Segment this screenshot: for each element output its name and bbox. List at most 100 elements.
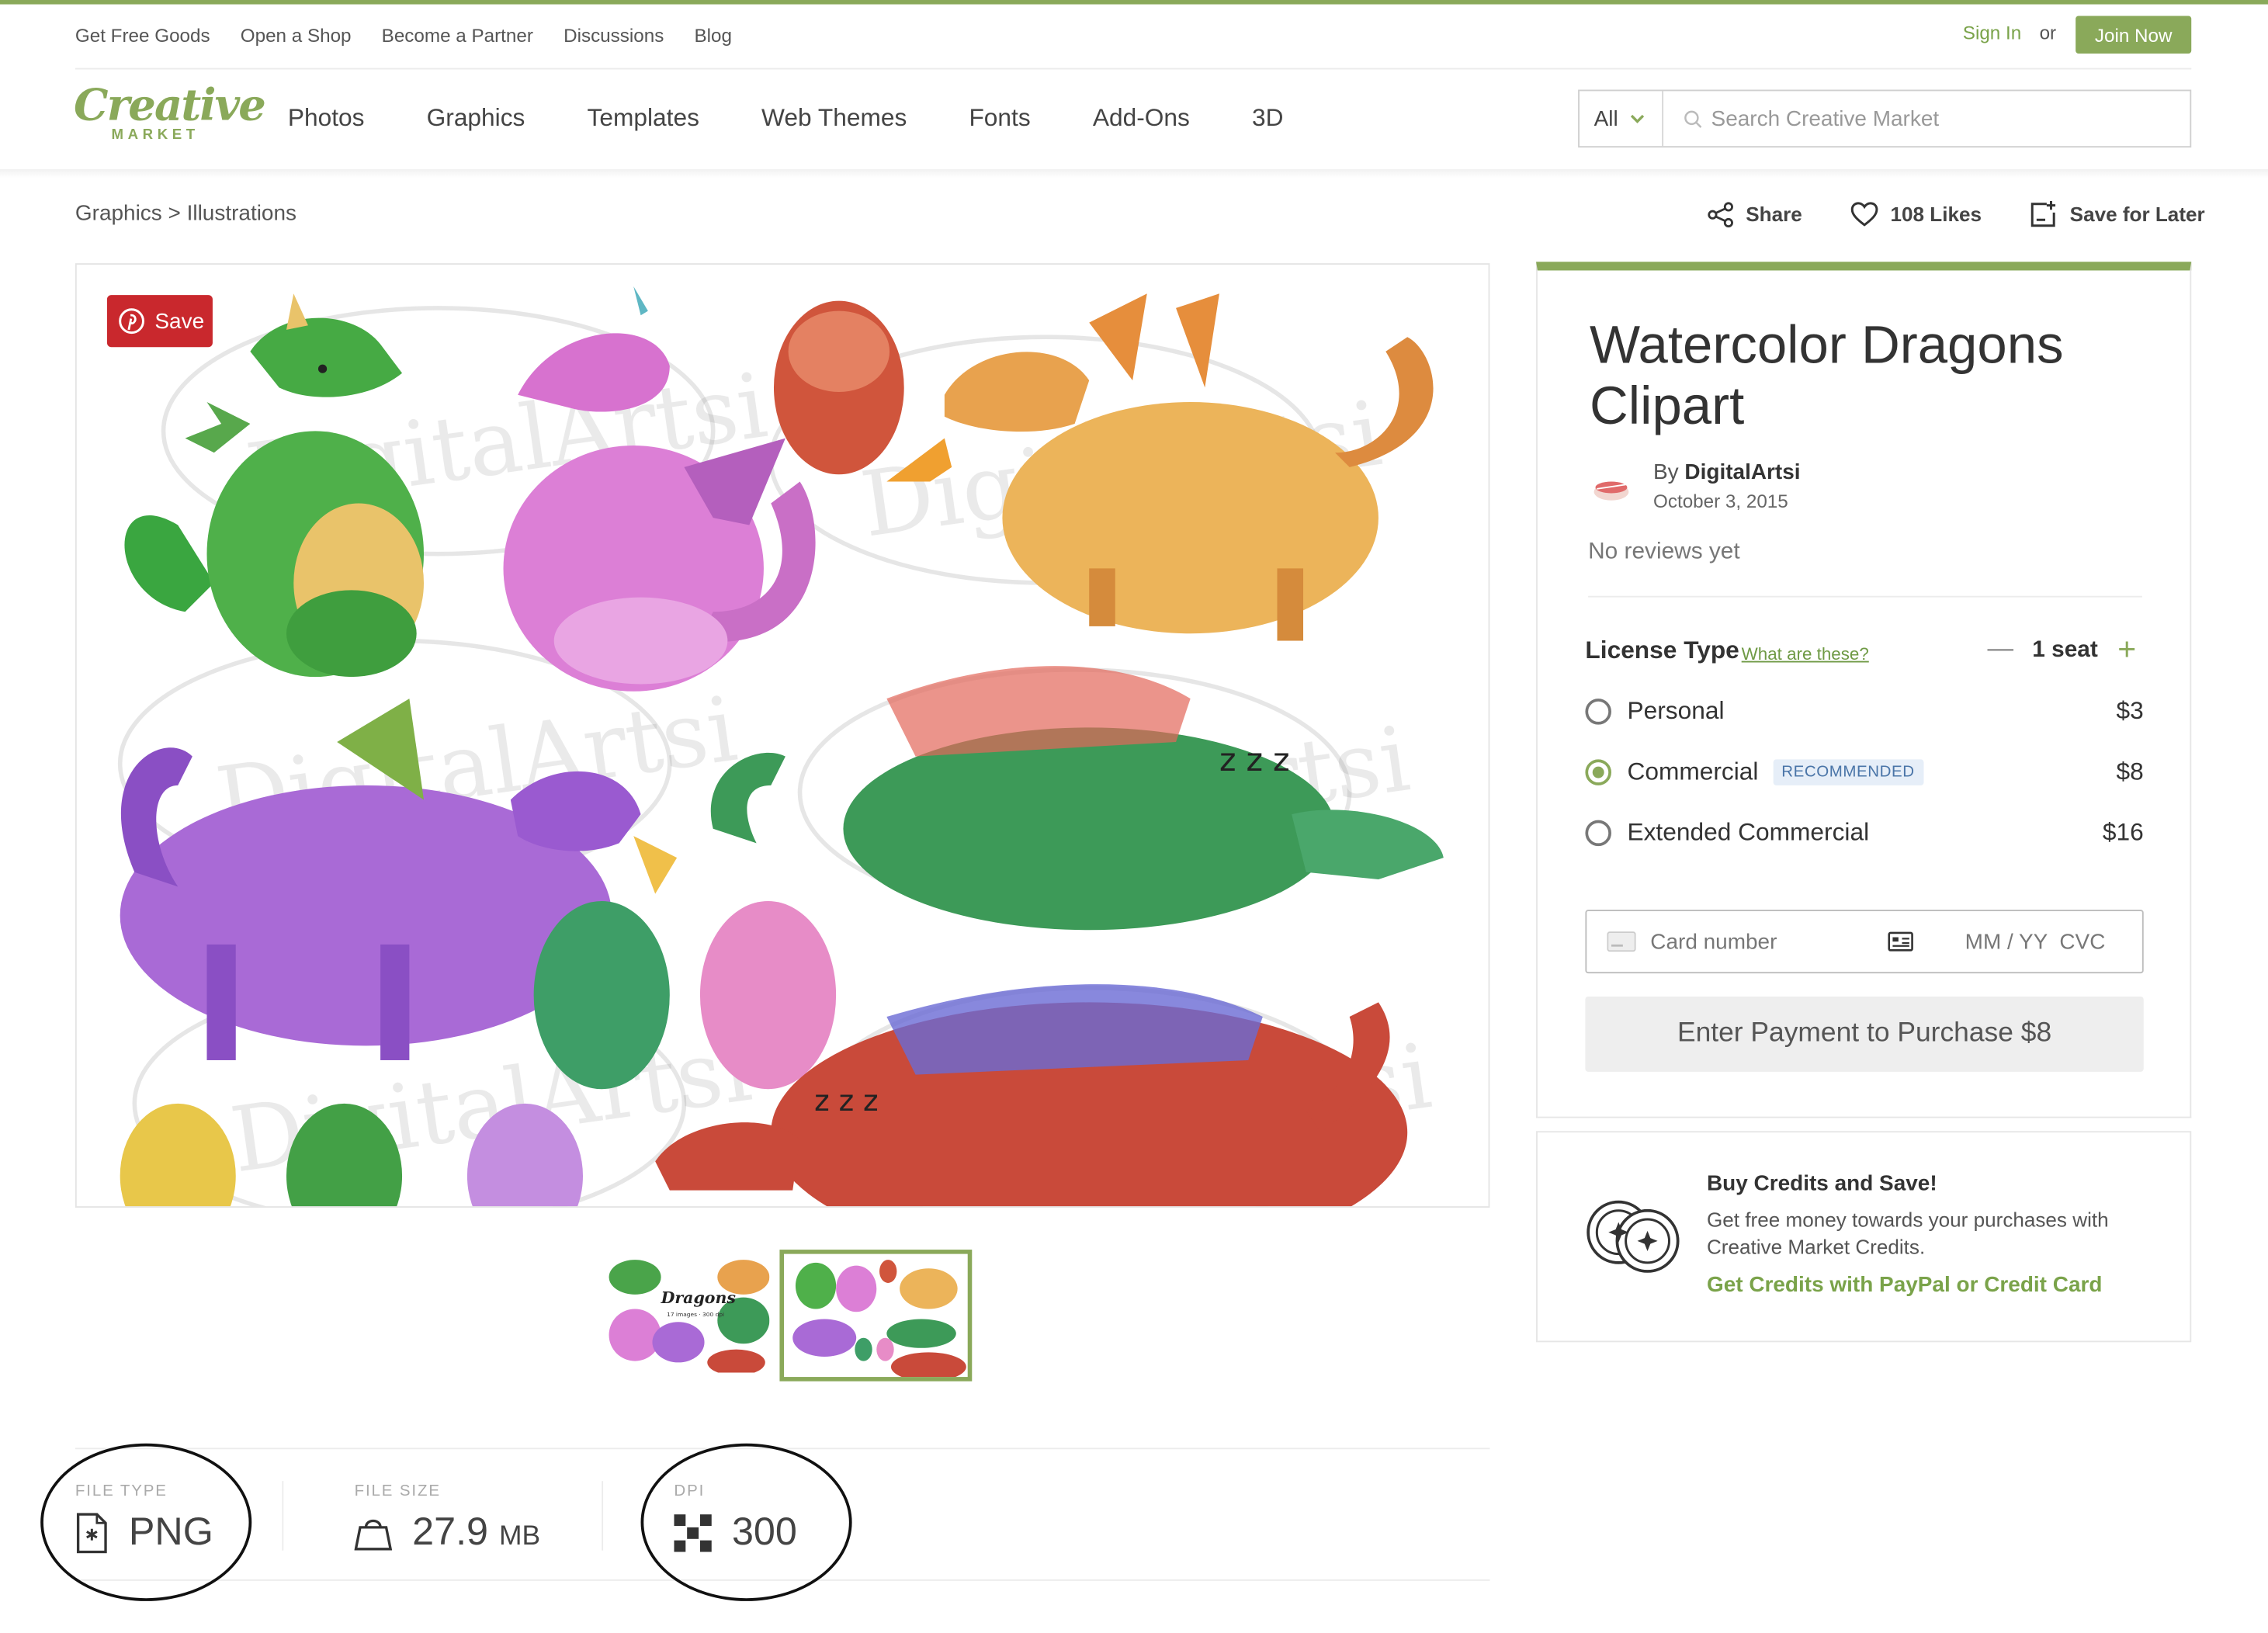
thumbnail-2-selected[interactable] — [779, 1250, 973, 1382]
card-number-placeholder[interactable]: Card number — [1650, 929, 1777, 954]
utility-link-partner[interactable]: Become a Partner — [382, 25, 533, 47]
file-info-separator — [602, 1481, 604, 1551]
radio-personal[interactable] — [1585, 699, 1611, 725]
thumbnail-title: Dragons — [661, 1288, 737, 1307]
license-price-extended: $16 — [2102, 818, 2144, 847]
utility-link-free-goods[interactable]: Get Free Goods — [75, 25, 210, 47]
search-input[interactable] — [1711, 106, 2145, 131]
utility-link-blog[interactable]: Blog — [694, 25, 732, 47]
thumbnail-subtitle: 17 images · 300 dpi — [667, 1311, 724, 1318]
creative-market-logo[interactable]: Creative MARKET — [74, 81, 266, 143]
credits-description: Get free money towards your purchases wi… — [1706, 1208, 2109, 1259]
pink-egg — [699, 900, 837, 1090]
share-button[interactable]: Share — [1707, 199, 1802, 228]
license-type-label: License Type — [1585, 636, 1739, 664]
utility-link-open-shop[interactable]: Open a Shop — [241, 25, 352, 47]
like-button[interactable]: 108 Likes — [1850, 199, 1982, 228]
nav-add-ons[interactable]: Add-Ons — [1093, 104, 1190, 133]
pink-dragon — [503, 286, 816, 692]
logo-wordmark: Creative — [74, 81, 266, 132]
breadcrumb[interactable]: Graphics > Illustrations — [75, 201, 297, 226]
reviews-status: No reviews yet — [1588, 539, 1740, 564]
product-preview-image[interactable]: DigitalArtsi DigitalArtsi DigitalArtsi D… — [75, 263, 1490, 1208]
nav-templates[interactable]: Templates — [588, 104, 699, 133]
share-label: Share — [1746, 202, 1802, 226]
expiry-cvc-placeholder[interactable]: MM / YY CVC — [1965, 929, 2106, 954]
license-option-personal[interactable]: Personal $3 — [1585, 694, 2144, 729]
radio-commercial[interactable] — [1585, 759, 1611, 785]
svg-text:z z z: z z z — [1219, 741, 1290, 778]
nav-photos[interactable]: Photos — [288, 104, 365, 133]
license-name-extended: Extended Commercial — [1627, 818, 1870, 847]
heart-icon — [1850, 202, 1878, 227]
credit-card-icon — [1607, 931, 1636, 952]
search-category-select[interactable]: All — [1580, 91, 1664, 147]
save-for-later-button[interactable]: Save for Later — [2029, 199, 2205, 228]
join-now-button[interactable]: Join Now — [2076, 16, 2192, 54]
purchase-button[interactable]: Enter Payment to Purchase $8 — [1585, 996, 2144, 1072]
pinterest-save-button[interactable]: Save — [106, 295, 213, 348]
file-size-label: FILE SIZE — [354, 1482, 441, 1500]
weight-icon — [354, 1518, 393, 1550]
license-name-personal: Personal — [1627, 697, 1725, 725]
utility-divider — [75, 68, 2192, 70]
search-icon — [1684, 109, 1702, 127]
svg-text:z z z: z z z — [814, 1083, 878, 1118]
license-option-extended[interactable]: Extended Commercial $16 — [1585, 816, 2144, 851]
search-field — [1663, 106, 2190, 131]
thumbnail-2-image — [784, 1253, 968, 1378]
nav-web-themes[interactable]: Web Themes — [761, 104, 907, 133]
annotation-circle-file-type — [40, 1443, 252, 1601]
license-price-personal: $3 — [2116, 697, 2144, 725]
license-price-commercial: $8 — [2116, 758, 2144, 785]
thumbnail-1-image: Dragons 17 images · 300 dpi — [605, 1255, 770, 1373]
save-later-label: Save for Later — [2069, 202, 2205, 226]
file-size-number: 27.9 MB — [412, 1510, 540, 1555]
file-size: 27.9 MB — [354, 1510, 540, 1555]
product-actions: Share 108 Likes Save for Later — [1707, 199, 2205, 228]
or-text: or — [2039, 21, 2057, 43]
license-option-commercial[interactable]: Commercial RECOMMENDED $8 — [1585, 755, 2144, 790]
nav-fonts[interactable]: Fonts — [969, 104, 1030, 133]
pinterest-save-label: Save — [154, 308, 205, 334]
author-name[interactable]: DigitalArtsi — [1684, 460, 1800, 485]
credits-title: Buy Credits and Save! — [1706, 1171, 1937, 1197]
seat-decrement-button[interactable]: — — [1987, 633, 2013, 664]
search-category-value: All — [1593, 106, 1618, 131]
get-credits-link[interactable]: Get Credits with PayPal or Credit Card — [1707, 1273, 2102, 1298]
license-name-commercial: Commercial — [1627, 758, 1759, 785]
file-info-separator — [282, 1481, 284, 1551]
green-egg — [533, 900, 670, 1090]
utility-nav: Get Free Goods Open a Shop Become a Part… — [75, 25, 732, 47]
sushi-avatar-icon — [1593, 481, 1629, 501]
nav-graphics[interactable]: Graphics — [427, 104, 525, 133]
seat-increment-button[interactable]: + — [2117, 630, 2136, 667]
header-shadow — [0, 169, 2268, 179]
product-title: Watercolor Dragons Clipart — [1590, 315, 2064, 435]
utility-link-discussions[interactable]: Discussions — [564, 25, 664, 47]
chevron-down-icon — [1630, 113, 1644, 123]
seat-count: 1 seat — [2032, 637, 2098, 663]
author-line: By DigitalArtsi — [1653, 460, 1801, 485]
coins-icon — [1587, 1200, 1680, 1273]
file-size-value: 27.9 — [412, 1510, 489, 1554]
likes-count: 108 Likes — [1890, 202, 1982, 226]
card-input[interactable]: Card number MM / YY CVC — [1585, 910, 2144, 974]
top-accent-line — [0, 0, 2268, 5]
thumbnail-1[interactable]: Dragons 17 images · 300 dpi — [605, 1255, 770, 1373]
dragons-illustration: DigitalArtsi DigitalArtsi DigitalArtsi D… — [117, 286, 1444, 1207]
license-help-link[interactable]: What are these? — [1742, 643, 1869, 664]
nav-3d[interactable]: 3D — [1252, 104, 1284, 133]
file-size-unit: MB — [499, 1521, 541, 1552]
radio-extended[interactable] — [1585, 820, 1611, 847]
save-later-icon — [2030, 201, 2056, 227]
search-bar: All — [1578, 89, 2192, 148]
author-by: By — [1653, 459, 1679, 485]
sign-in-link[interactable]: Sign In — [1963, 22, 2021, 43]
author-avatar[interactable] — [1591, 473, 1635, 504]
card-autofill-icon[interactable] — [1887, 931, 1913, 952]
pinterest-icon — [119, 308, 144, 335]
recommended-badge: RECOMMENDED — [1773, 759, 1923, 785]
panel-divider — [1588, 595, 2142, 598]
main-nav: Photos Graphics Templates Web Themes Fon… — [288, 104, 1284, 133]
